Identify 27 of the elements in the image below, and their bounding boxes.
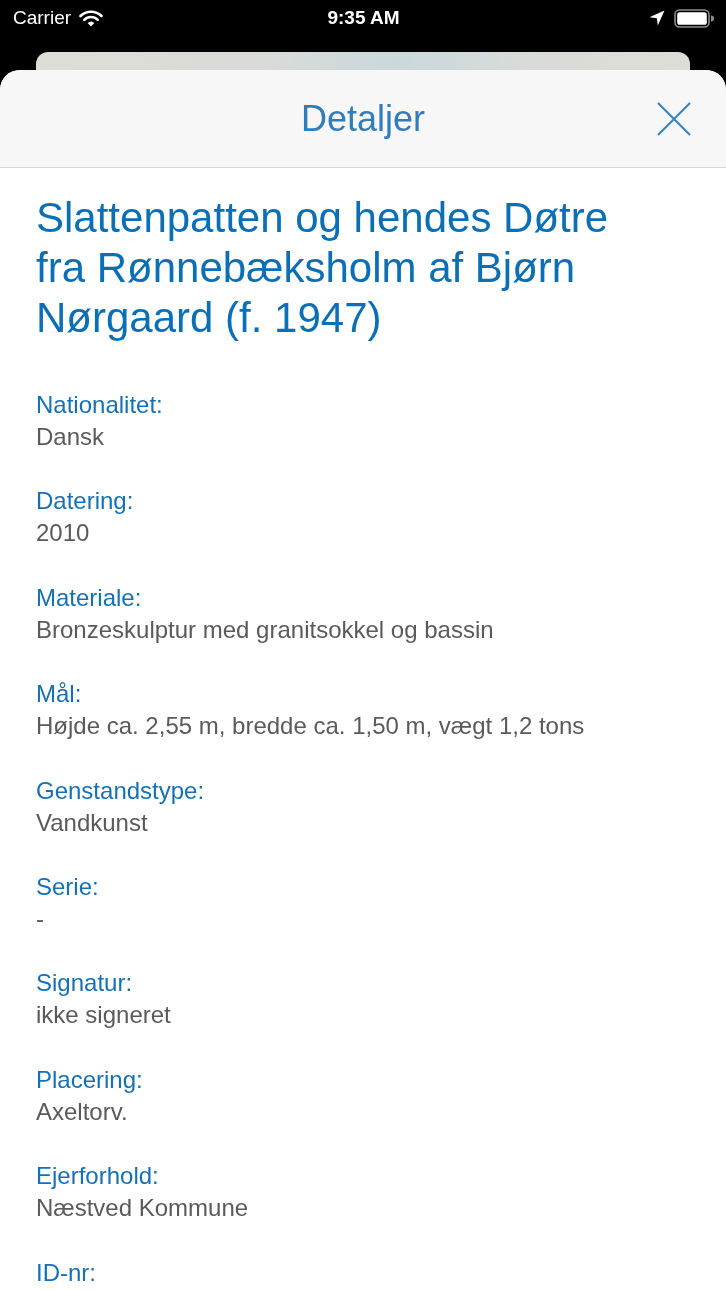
field-label: Placering: xyxy=(36,1064,143,1095)
location-arrow-icon xyxy=(649,10,665,26)
field-label: ID-nr: xyxy=(36,1257,96,1288)
close-icon xyxy=(657,101,691,136)
field-value: ikke signeret xyxy=(36,1000,171,1031)
field-label: Genstandstype: xyxy=(36,775,205,806)
field-value: Næstved Kommune xyxy=(36,1193,249,1224)
field-label: Datering: xyxy=(36,486,134,517)
field-label: Mål: xyxy=(36,679,82,710)
field-value: Dansk xyxy=(36,422,105,452)
header-title: Detaljer xyxy=(300,96,426,141)
field-label: Signatur: xyxy=(36,968,133,999)
artwork-title: Slattenpatten og hendes Døtre fra Rønnebæksholm af Bjørn Nørgaard (f. 1947) xyxy=(36,193,610,343)
field-label: Serie: xyxy=(36,871,99,902)
field-value: Vandkunst xyxy=(36,807,148,838)
field-value: Axeltorv. xyxy=(36,1096,128,1127)
field-value: Bronzeskulptur med granitsokkel og bassin xyxy=(36,614,494,645)
field-label: Ejerforhold: xyxy=(36,1161,159,1192)
field-value: Højde ca. 2,55 m, bredde ca. 1,50 m, vægt 1,2 tons xyxy=(36,711,585,742)
status-time: 9:35 AM xyxy=(327,7,400,29)
field-label: Materiale: xyxy=(36,582,142,613)
wifi-icon xyxy=(79,9,104,27)
battery-icon xyxy=(674,8,714,28)
field-value: - xyxy=(36,903,44,934)
field-value: 2010 xyxy=(36,518,90,549)
field-label: Nationalitet: xyxy=(36,390,163,420)
carrier-name: Carrier xyxy=(13,7,72,29)
